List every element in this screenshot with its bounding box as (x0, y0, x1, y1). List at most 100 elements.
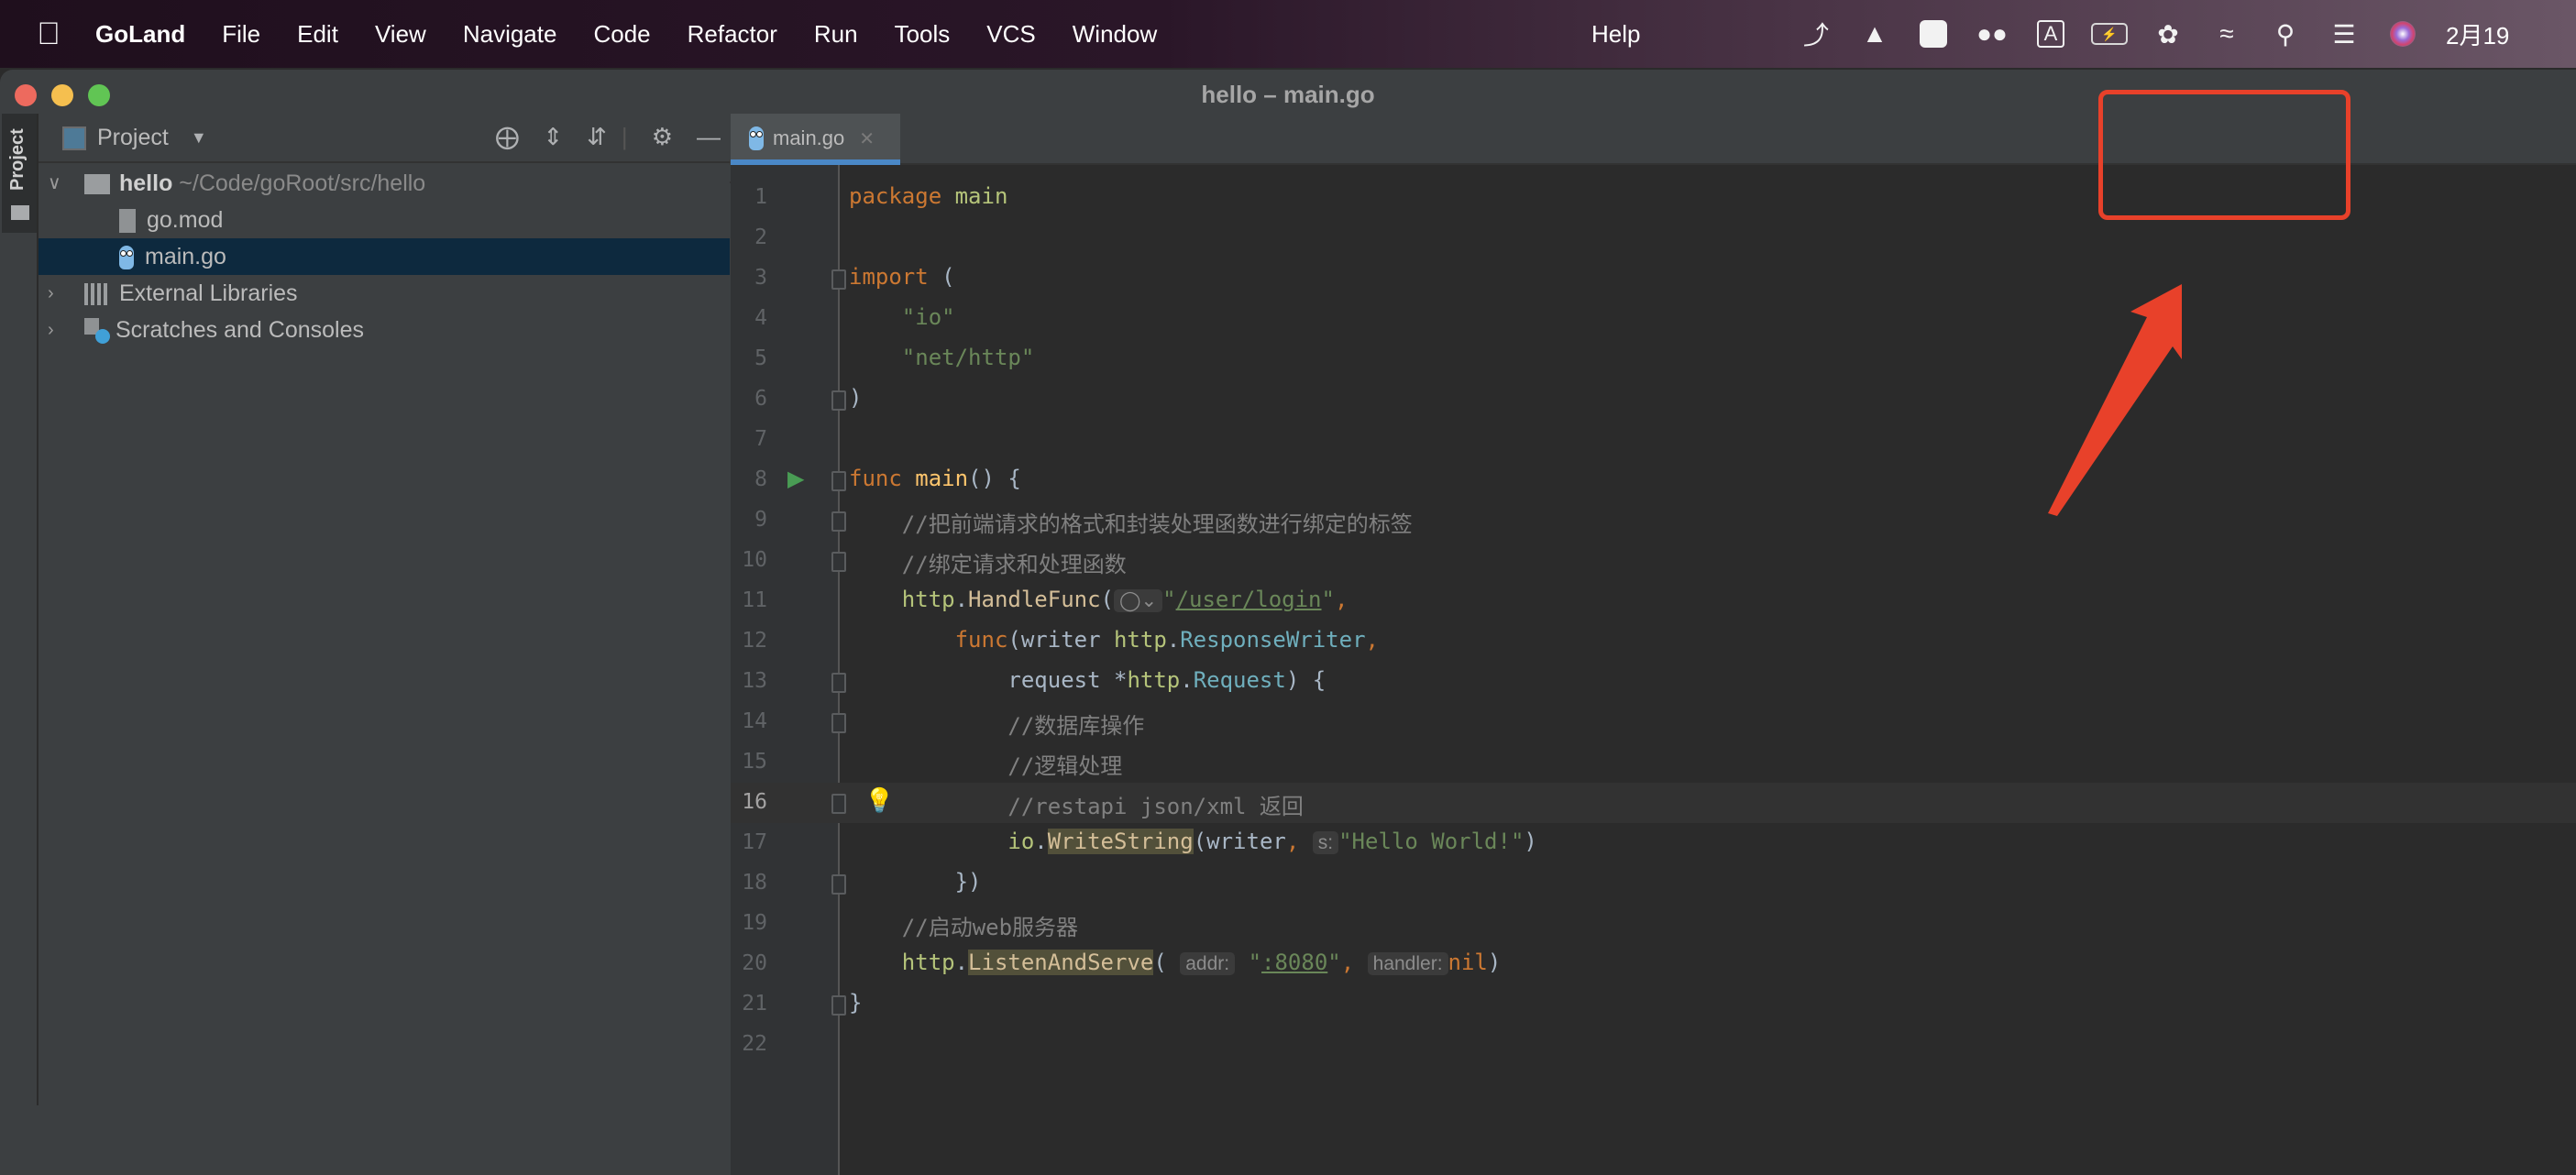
line-number[interactable]: 6 (731, 387, 767, 411)
line-number[interactable]: 11 (731, 588, 767, 612)
line-number[interactable]: 12 (731, 629, 767, 653)
code-editor[interactable]: 1 package main 2 3 import (4 "io" 5 "net/http… (731, 165, 2576, 1175)
code-line[interactable]: 22 (731, 1025, 2576, 1065)
menubar-date[interactable]: 2月19 (2446, 17, 2509, 51)
close-tab-icon[interactable]: ✕ (859, 127, 875, 150)
siri-icon[interactable] (2383, 15, 2422, 53)
fold-marker-icon[interactable] (831, 552, 846, 572)
fold-marker-icon[interactable] (831, 874, 846, 895)
fold-marker-icon[interactable] (831, 995, 846, 1016)
code-line[interactable]: 5 "net/http" (731, 339, 2576, 379)
menu-navigate[interactable]: Navigate (463, 20, 557, 49)
menu-tools[interactable]: Tools (895, 20, 951, 49)
macos-menubar:  GoLand File Edit View Navigate Code Re… (0, 0, 2576, 68)
fold-marker-icon[interactable] (831, 713, 846, 733)
code-line[interactable]: 12 func(writer http.ResponseWriter, (731, 621, 2576, 662)
menu-app-name[interactable]: GoLand (95, 20, 185, 49)
expand-all-icon[interactable]: ⇕ (543, 123, 563, 151)
code-line[interactable]: 18 }) (731, 863, 2576, 904)
tree-item-scratches[interactable]: › Scratches and Consoles (39, 312, 730, 348)
hide-panel-icon[interactable]: — (697, 123, 721, 151)
line-number[interactable]: 7 (731, 427, 767, 451)
tab-main-go[interactable]: main.go ✕ (731, 114, 900, 165)
bird-icon[interactable]: ⤴ (1797, 15, 1835, 53)
line-number[interactable]: 20 (731, 951, 767, 975)
menu-window[interactable]: Window (1073, 20, 1157, 49)
code-line[interactable]: 9 //把前端请求的格式和封装处理函数进行绑定的标签 (731, 500, 2576, 541)
locate-file-icon[interactable]: ⨁ (495, 123, 519, 151)
menu-edit[interactable]: Edit (297, 20, 338, 49)
code-text: } (849, 990, 863, 1016)
fold-marker-icon[interactable] (831, 269, 846, 290)
code-line[interactable]: 11 http.HandleFunc(◯⌄ "/user/login", (731, 581, 2576, 621)
menu-code[interactable]: Code (593, 20, 650, 49)
line-number[interactable]: 2 (731, 225, 767, 249)
code-line[interactable]: 17 io.WriteString(writer, s: "Hello World… (731, 823, 2576, 863)
tree-item-hello[interactable]: ∨ hello ~/Code/goRoot/src/hello (39, 165, 730, 202)
expand-chevron-icon[interactable]: › (48, 275, 54, 312)
code-line[interactable]: 16 💡 //restapi json/xml 返回 (731, 783, 2576, 823)
line-number[interactable]: 18 (731, 871, 767, 895)
stripe-tab-project[interactable]: Project (2, 114, 37, 233)
apple-logo-icon[interactable]:  (35, 16, 62, 52)
pen-app-icon[interactable] (1914, 15, 1953, 53)
fold-marker-icon[interactable] (831, 511, 846, 532)
line-number[interactable]: 16 (731, 790, 767, 814)
spotlight-search-icon[interactable]: ⚲ (2266, 15, 2305, 53)
tool-window-stripe: Project (0, 114, 39, 1105)
run-gutter-icon[interactable]: ▶ (787, 466, 804, 492)
fold-marker-icon[interactable] (831, 794, 846, 814)
line-number[interactable]: 1 (731, 185, 767, 209)
fold-marker-icon[interactable] (831, 471, 846, 491)
line-number[interactable]: 14 (731, 709, 767, 733)
line-number[interactable]: 19 (731, 911, 767, 935)
line-number[interactable]: 17 (731, 830, 767, 854)
code-line[interactable]: 15 //逻辑处理 (731, 742, 2576, 783)
tree-item-go-mod[interactable]: go.mod (39, 202, 730, 238)
code-line[interactable]: 14 //数据库操作 (731, 702, 2576, 742)
fold-marker-icon[interactable] (831, 673, 846, 693)
code-line[interactable]: 21} (731, 984, 2576, 1025)
line-number[interactable]: 22 (731, 1032, 767, 1056)
battery-charging-icon[interactable]: ⚡ (2090, 15, 2129, 53)
menu-vcs[interactable]: VCS (986, 20, 1035, 49)
line-number[interactable]: 21 (731, 992, 767, 1016)
line-number[interactable]: 15 (731, 750, 767, 774)
wifi-icon[interactable]: ≈ (2207, 15, 2246, 53)
menu-refactor[interactable]: Refactor (688, 20, 777, 49)
wechat-icon[interactable]: ●● (1973, 15, 2011, 53)
menu-file[interactable]: File (222, 20, 260, 49)
line-number[interactable]: 3 (731, 266, 767, 290)
collapse-all-icon[interactable]: ⇵ (587, 123, 607, 151)
code-line[interactable]: 6) (731, 379, 2576, 420)
qq-penguin-icon[interactable]: ▲ (1855, 15, 1894, 53)
line-number[interactable]: 5 (731, 346, 767, 370)
code-line[interactable]: 3 import ( (731, 258, 2576, 299)
code-line[interactable]: 2 (731, 218, 2576, 258)
baidu-netdisk-icon[interactable]: ✿ (2149, 15, 2187, 53)
code-line[interactable]: 4 "io" (731, 299, 2576, 339)
code-line[interactable]: 10 //绑定请求和处理函数 (731, 541, 2576, 581)
line-number[interactable]: 10 (731, 548, 767, 572)
tree-item-external-libraries[interactable]: › External Libraries (39, 275, 730, 312)
code-line[interactable]: 8 ▶ func main() { (731, 460, 2576, 500)
code-line[interactable]: 7 (731, 420, 2576, 460)
menu-run[interactable]: Run (814, 20, 858, 49)
fold-marker-icon[interactable] (831, 390, 846, 411)
code-line[interactable]: 13 request *http.Request) { (731, 662, 2576, 702)
control-center-icon[interactable]: ☰ (2325, 15, 2363, 53)
line-number[interactable]: 13 (731, 669, 767, 693)
menu-view[interactable]: View (375, 20, 426, 49)
expand-chevron-icon[interactable]: › (48, 312, 54, 348)
line-number[interactable]: 4 (731, 306, 767, 330)
tree-item-main-go[interactable]: main.go (39, 238, 730, 275)
menu-help[interactable]: Help (1591, 20, 1640, 49)
project-view-selector[interactable]: Project ▼ (62, 125, 207, 151)
code-line[interactable]: 20 http.ListenAndServe( addr: ":8080", h… (731, 944, 2576, 984)
code-line[interactable]: 19 //启动web服务器 (731, 904, 2576, 944)
expand-chevron-icon[interactable]: ∨ (48, 165, 61, 202)
input-method-icon[interactable]: A (2031, 15, 2070, 53)
gear-icon[interactable]: ⚙ (652, 123, 673, 151)
line-number[interactable]: 8 (731, 467, 767, 491)
line-number[interactable]: 9 (731, 508, 767, 532)
